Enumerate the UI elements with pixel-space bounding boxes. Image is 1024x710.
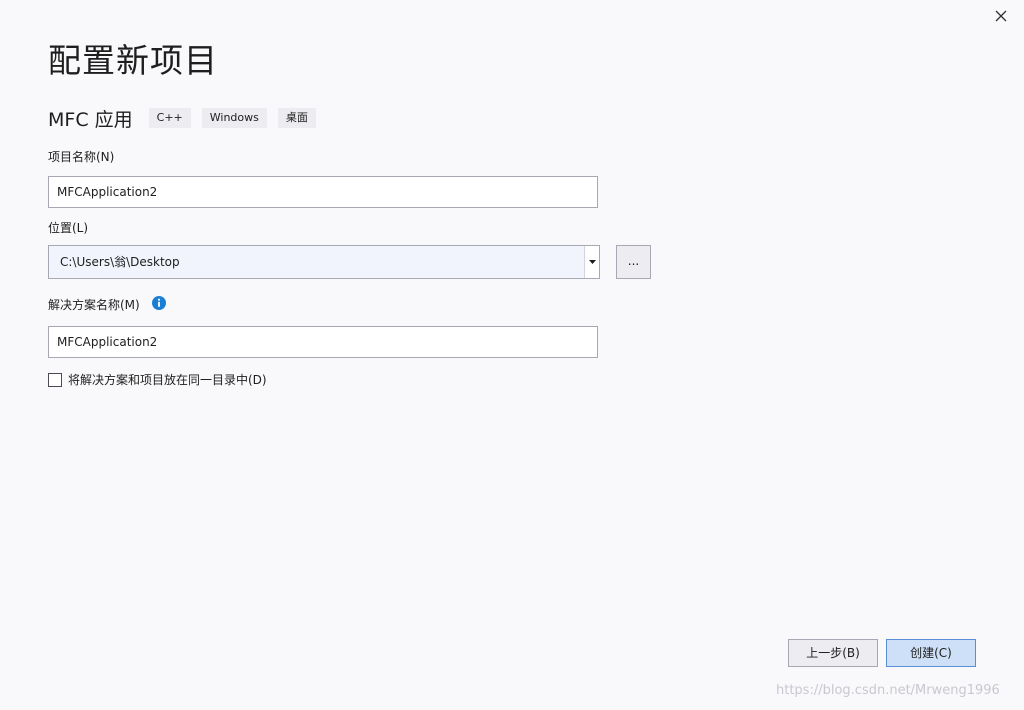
location-combobox[interactable]: C:\Users\翁\Desktop <box>48 245 600 279</box>
tag-platform: Windows <box>201 108 267 128</box>
same-directory-option[interactable]: 将解决方案和项目放在同一目录中(D) <box>48 371 267 388</box>
close-icon <box>995 10 1007 22</box>
solution-name-label-row: 解决方案名称(M) <box>48 295 166 314</box>
tag-project-type: 桌面 <box>277 108 316 128</box>
watermark: https://blog.csdn.net/Mrweng1996 <box>776 683 1000 698</box>
info-icon[interactable] <box>151 295 166 314</box>
location-label: 位置(L) <box>48 221 89 235</box>
page-title: 配置新项目 <box>48 41 218 80</box>
location-value: C:\Users\翁\Desktop <box>60 255 180 269</box>
create-button[interactable]: 创建(C) <box>886 639 976 667</box>
project-name-label: 项目名称(N) <box>48 150 115 164</box>
same-directory-label: 将解决方案和项目放在同一目录中(D) <box>68 373 267 387</box>
tag-language: C++ <box>148 108 191 128</box>
solution-name-input[interactable] <box>48 326 598 358</box>
back-button[interactable]: 上一步(B) <box>788 639 878 667</box>
same-directory-checkbox[interactable] <box>48 372 62 387</box>
solution-name-label: 解决方案名称(M) <box>48 298 140 312</box>
dropdown-arrow-icon[interactable] <box>584 246 599 278</box>
browse-button[interactable]: ... <box>616 245 651 279</box>
close-button[interactable] <box>989 5 1013 27</box>
template-name: MFC 应用 <box>48 108 133 131</box>
project-name-input[interactable] <box>48 176 598 208</box>
template-header: MFC 应用 C++ Windows 桌面 <box>48 104 327 132</box>
